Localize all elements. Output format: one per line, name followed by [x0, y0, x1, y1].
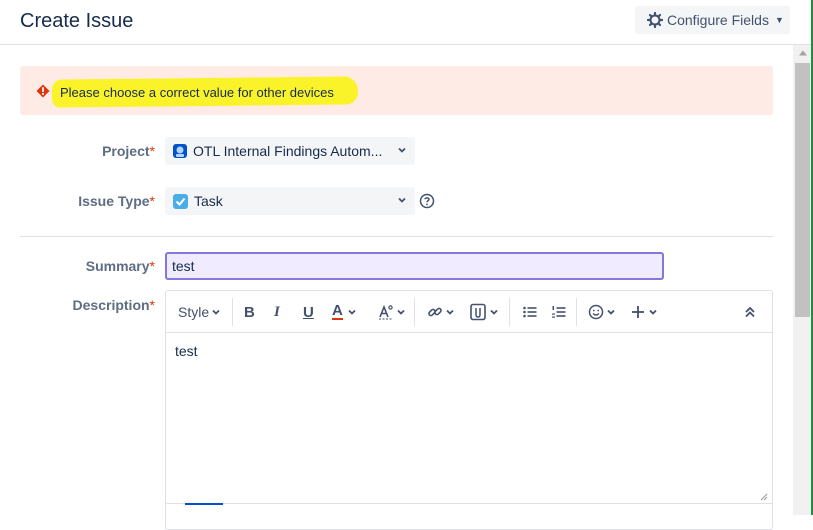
chevron-down-icon [446, 309, 454, 315]
caret-down-icon: ▼ [774, 15, 784, 25]
error-icon [36, 84, 50, 98]
chevron-down-icon [397, 309, 405, 315]
summary-label: Summary* [10, 258, 155, 274]
toolbar-separator [232, 298, 233, 326]
bold-button[interactable]: B [244, 302, 255, 322]
configure-fields-label: Configure Fields [667, 12, 769, 28]
chevron-down-icon [348, 309, 356, 315]
text-color-button[interactable]: A [332, 302, 357, 322]
required-marker: * [149, 193, 155, 209]
numbered-list-button[interactable] [551, 302, 567, 322]
scrollbar-thumb[interactable] [795, 63, 810, 317]
visual-tab-indicator [185, 503, 223, 505]
configure-fields-button[interactable]: Configure Fields ▼ [635, 6, 790, 34]
help-icon[interactable] [419, 193, 435, 209]
attachment-icon [470, 303, 486, 321]
insert-more-icon [632, 306, 644, 318]
project-label: Project* [10, 143, 155, 159]
resize-handle-icon[interactable] [760, 493, 768, 501]
project-value: OTL Internal Findings Autom... [193, 143, 383, 159]
emoji-icon [588, 304, 604, 320]
bold-icon: B [244, 303, 255, 321]
toolbar-separator [509, 298, 510, 326]
description-label: Description* [10, 297, 155, 313]
project-select[interactable]: OTL Internal Findings Autom... [165, 137, 415, 165]
emoji-button[interactable] [588, 302, 616, 322]
text-style-label: Style [178, 304, 210, 320]
scroll-up-arrow-icon[interactable] [798, 49, 808, 57]
collapse-toolbar-icon [745, 306, 755, 318]
gear-icon [647, 12, 663, 28]
description-content[interactable]: test [175, 343, 198, 359]
summary-input[interactable]: test [165, 252, 664, 280]
bullet-list-icon [523, 306, 537, 318]
required-marker: * [149, 297, 155, 313]
insert-more-button[interactable] [630, 302, 658, 322]
chevron-down-icon [649, 309, 657, 315]
issue-type-select[interactable]: Task [165, 187, 415, 215]
issue-type-label: Issue Type* [10, 193, 155, 209]
italic-button[interactable]: I [274, 302, 280, 322]
vertical-scrollbar[interactable] [793, 45, 813, 515]
error-message: Please choose a correct value for other … [60, 85, 334, 100]
more-formatting-icon [379, 304, 393, 320]
required-marker: * [149, 258, 155, 274]
collapse-toolbar-button[interactable] [744, 302, 756, 322]
task-icon [173, 193, 188, 209]
underline-icon: U [303, 303, 314, 321]
link-icon [428, 307, 442, 317]
numbered-list-icon [552, 306, 566, 318]
required-marker: * [149, 143, 155, 159]
toolbar-separator [576, 298, 577, 326]
bullet-list-button[interactable] [522, 302, 538, 322]
chevron-down-icon [398, 197, 406, 203]
toolbar-separator [414, 298, 415, 326]
chevron-down-icon [398, 147, 406, 153]
chevron-down-icon [607, 309, 615, 315]
dialog-title: Create Issue [20, 10, 134, 32]
underline-button[interactable]: U [303, 302, 314, 322]
dialog-header: Create Issue Configure Fields ▼ [0, 0, 813, 45]
section-divider [20, 236, 773, 237]
link-button[interactable] [427, 302, 455, 322]
editor-mode-divider [166, 503, 772, 504]
chevron-down-icon [212, 309, 220, 315]
attachment-button[interactable] [469, 302, 499, 322]
issue-type-label-text: Issue Type [78, 193, 150, 209]
issue-type-value: Task [194, 193, 223, 209]
description-label-text: Description [72, 297, 150, 313]
summary-label-text: Summary [85, 258, 150, 274]
project-label-text: Project [102, 143, 150, 159]
italic-icon: I [274, 303, 280, 320]
text-style-dropdown[interactable]: Style [178, 302, 221, 322]
editor-toolbar: Style B I U A [166, 291, 772, 333]
project-avatar-icon [173, 144, 187, 158]
text-color-icon: A [332, 302, 343, 320]
more-formatting-button[interactable] [378, 302, 406, 322]
chevron-down-icon [490, 309, 498, 315]
description-editor[interactable]: Style B I U A test [165, 290, 773, 530]
